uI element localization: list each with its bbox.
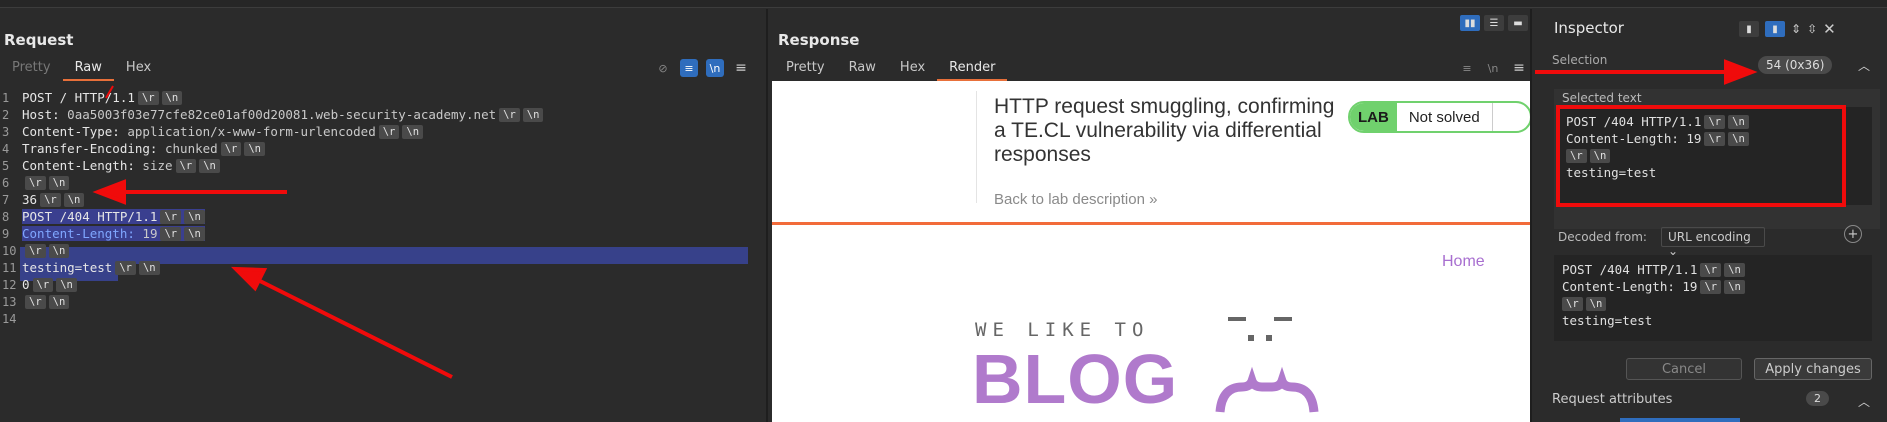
code-line: 9 Content-Length: 19 \r \n	[0, 225, 766, 242]
burp-repeater-window: Request Pretty Raw Hex ⊘ ≡ \n ≡ 1 POST /…	[0, 0, 1887, 422]
annotation-box	[1556, 105, 1846, 207]
layout-right-icon[interactable]: ▮	[1765, 21, 1785, 37]
layout-toggle: ▮▮ ☰ ▬	[1460, 15, 1528, 31]
code-line: 1 POST / HTTP/1.1 \r \n	[0, 89, 766, 106]
show-newlines-icon[interactable]: \n	[706, 59, 724, 77]
apply-changes-button[interactable]: Apply changes	[1754, 358, 1872, 380]
tab-hex[interactable]: Hex	[114, 57, 163, 81]
cancel-button[interactable]: Cancel	[1626, 358, 1742, 380]
chevron-up-icon[interactable]: ︿	[1858, 57, 1870, 74]
tab-pretty[interactable]: Pretty	[0, 57, 63, 81]
lab-status-widget: LAB Not solved	[1348, 101, 1530, 133]
tab-raw[interactable]: Raw	[837, 57, 888, 81]
code-line: 14	[2, 311, 17, 326]
request-attributes-count: 2	[1806, 391, 1829, 406]
lab-title: HTTP request smuggling, confirming a TE.…	[994, 95, 1335, 166]
inspector-tools: ▮ ▮ ⇕ ⇳ ✕	[1739, 20, 1836, 38]
wrap-lines-icon[interactable]: ≡	[680, 59, 698, 77]
scroll-indicator	[1620, 418, 1740, 422]
back-to-lab-link[interactable]: Back to lab description »	[994, 191, 1157, 208]
lab-badge: LAB	[1350, 103, 1397, 131]
tab-hex[interactable]: Hex	[888, 57, 937, 81]
header-divider	[976, 91, 977, 203]
split-vertical-icon[interactable]: ▮▮	[1460, 15, 1480, 31]
response-editor-tools: ≡ \n ≡	[1458, 59, 1528, 77]
code-line: 13 \r \n	[0, 293, 766, 310]
blog-tagline: WE LIKE TO	[975, 319, 1150, 341]
blog-face-logo	[1215, 317, 1319, 413]
code-line: 7 36 \r \n	[0, 191, 766, 208]
request-editor[interactable]: 1 POST / HTTP/1.1 \r \n 2 Host: 0aa5003f03…	[0, 89, 766, 422]
request-editor-tools: ⊘ ≡ \n ≡	[654, 59, 750, 77]
menu-icon[interactable]: ≡	[1510, 59, 1528, 77]
code-line: 6 \r \n	[0, 174, 766, 191]
rendered-page: HTTP request smuggling, confirming a TE.…	[772, 81, 1530, 422]
header-rule	[772, 222, 1530, 225]
decoding-select[interactable]: URL encoding ⌄	[1661, 227, 1765, 258]
request-attributes-header[interactable]: Request attributes	[1552, 392, 1672, 407]
menu-icon[interactable]: ≡	[732, 59, 750, 77]
selected-text-label: Selected text	[1562, 91, 1642, 105]
split-horizontal-icon[interactable]: ☰	[1484, 15, 1504, 31]
code-line: 5 Content-Length: size \r \n	[0, 157, 766, 174]
request-tabs: Pretty Raw Hex	[0, 57, 163, 81]
close-icon[interactable]: ✕	[1823, 20, 1836, 38]
request-panel: Request Pretty Raw Hex ⊘ ≡ \n ≡ 1 POST /…	[0, 9, 768, 422]
request-title: Request	[4, 31, 74, 49]
wrap-lines-icon[interactable]: ≡	[1458, 59, 1476, 77]
layout-left-icon[interactable]: ▮	[1739, 21, 1759, 37]
tabs-layout-icon[interactable]: ▬	[1508, 15, 1528, 31]
code-line: 10 \r \n	[0, 242, 766, 259]
selection-count-badge: 54 (0x36)	[1758, 56, 1833, 74]
hide-icon[interactable]: ⊘	[654, 59, 672, 77]
show-newlines-icon[interactable]: \n	[1484, 59, 1502, 77]
expand-all-icon[interactable]: ⇕	[1791, 22, 1801, 36]
collapse-all-icon[interactable]: ⇳	[1807, 22, 1817, 36]
tab-render[interactable]: Render	[937, 57, 1008, 81]
decoded-text-box[interactable]: POST /404 HTTP/1.1 \r \n Content-Length: 1…	[1554, 255, 1872, 341]
tab-pretty[interactable]: Pretty	[774, 57, 837, 81]
add-decoding-icon[interactable]: +	[1844, 225, 1862, 243]
code-line: 2 Host: 0aa5003f03e77cfe82ce01af00d20081…	[0, 106, 766, 123]
decoded-from-label: Decoded from:	[1558, 230, 1647, 244]
response-title: Response	[778, 31, 860, 49]
code-line: 11 testing=test \r \n	[0, 259, 766, 276]
blog-logo-word: BLOG	[972, 340, 1179, 418]
response-tabs: Pretty Raw Hex Render	[774, 57, 1008, 81]
code-line: 12 0 \r \n	[0, 276, 766, 293]
chevron-up-icon[interactable]: ︿	[1858, 393, 1870, 410]
code-line: 4 Transfer-Encoding: chunked \r \n	[0, 140, 766, 157]
tab-raw[interactable]: Raw	[62, 57, 114, 81]
code-line: 8 POST /404 HTTP/1.1 \r \n	[0, 208, 766, 225]
inspector-title: Inspector	[1554, 19, 1624, 37]
inspector-panel: Inspector ▮ ▮ ⇕ ⇳ ✕ Selection 54 (0x36) …	[1534, 9, 1887, 422]
code-line: 3 Content-Type: application/x-www-form-u…	[0, 123, 766, 140]
top-toolbar	[0, 0, 1887, 8]
home-link[interactable]: Home	[1442, 253, 1485, 271]
lab-status: Not solved	[1397, 103, 1493, 131]
response-panel: Response Pretty Raw Hex Render ≡ \n ≡ HT…	[770, 9, 1532, 422]
chevron-right-icon: »	[1149, 191, 1158, 208]
